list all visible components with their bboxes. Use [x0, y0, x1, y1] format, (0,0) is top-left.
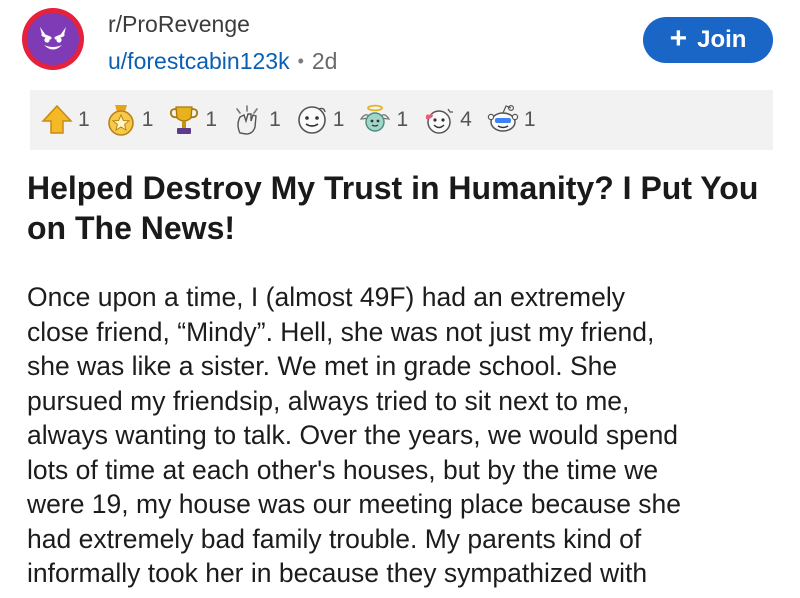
award-count: 1	[396, 108, 409, 131]
post-header: r/ProRevenge u/forestcabin123k • 2d + Join	[0, 0, 800, 86]
awards-bar: 1 1 1 1 1 1 4 1	[30, 90, 773, 150]
award-count: 1	[269, 108, 281, 131]
award-count: 1	[523, 108, 536, 131]
clapping-award-icon	[236, 105, 258, 135]
wholesome-award-icon	[425, 108, 454, 134]
body-line: lots of time at each other's houses, but…	[27, 454, 659, 485]
award-upvote[interactable]: 1	[40, 103, 90, 137]
subreddit-avatar-icon[interactable]	[22, 8, 84, 70]
body-line: she was like a sister. We met in grade s…	[27, 351, 618, 381]
award-count: 1	[141, 108, 154, 131]
author-username[interactable]: u/forestcabin123k	[108, 48, 290, 74]
award-count: 4	[460, 108, 472, 131]
subreddit-name[interactable]: r/ProRevenge	[108, 10, 337, 38]
body-line: were 19, my house was our meeting place …	[27, 489, 682, 519]
post-age: 2d	[311, 48, 338, 74]
award-count: 1	[332, 108, 345, 131]
angel-award-icon	[360, 104, 391, 132]
award-wholesome[interactable]: 4	[422, 103, 472, 137]
body-line: pursued my friendsip, always tried to si…	[27, 385, 630, 416]
body-line: close friend, “Mindy”. Hell, she was not…	[27, 316, 655, 347]
award-count: 1	[78, 108, 90, 131]
award-snoo[interactable]: 1	[486, 103, 536, 137]
award-count: 1	[205, 108, 218, 131]
post-meta: r/ProRevenge u/forestcabin123k • 2d	[108, 10, 337, 77]
award-medal[interactable]: 1	[104, 103, 154, 137]
body-line: always wanting to talk. Over the years, …	[27, 420, 679, 450]
award-clapping[interactable]: 1	[231, 103, 281, 137]
post-title[interactable]: Helped Destroy My Trust in Humanity? I P…	[27, 168, 767, 248]
join-button[interactable]: + Join	[643, 17, 773, 63]
devil-face-icon	[40, 27, 66, 50]
trophy-award-icon	[170, 106, 199, 134]
award-angel[interactable]: 1	[358, 103, 408, 137]
award-face[interactable]: 1	[295, 103, 345, 137]
medal-award-icon	[107, 105, 134, 136]
snoo-award-icon	[487, 104, 519, 132]
body-line: informally took her in because they symp…	[27, 558, 648, 588]
upvote-award-icon	[41, 104, 73, 134]
body-line: had extremely bad family trouble. My par…	[27, 523, 642, 554]
award-trophy[interactable]: 1	[167, 103, 217, 137]
join-label: Join	[697, 26, 747, 53]
post-body: Once upon a time, I (almost 49F) had an …	[27, 280, 787, 591]
plus-icon: +	[669, 22, 688, 55]
separator-dot: •	[297, 51, 304, 71]
face-award-icon	[297, 106, 326, 134]
author-line: u/forestcabin123k • 2d	[108, 47, 337, 77]
body-line: Once upon a time, I (almost 49F) had an …	[27, 282, 625, 312]
